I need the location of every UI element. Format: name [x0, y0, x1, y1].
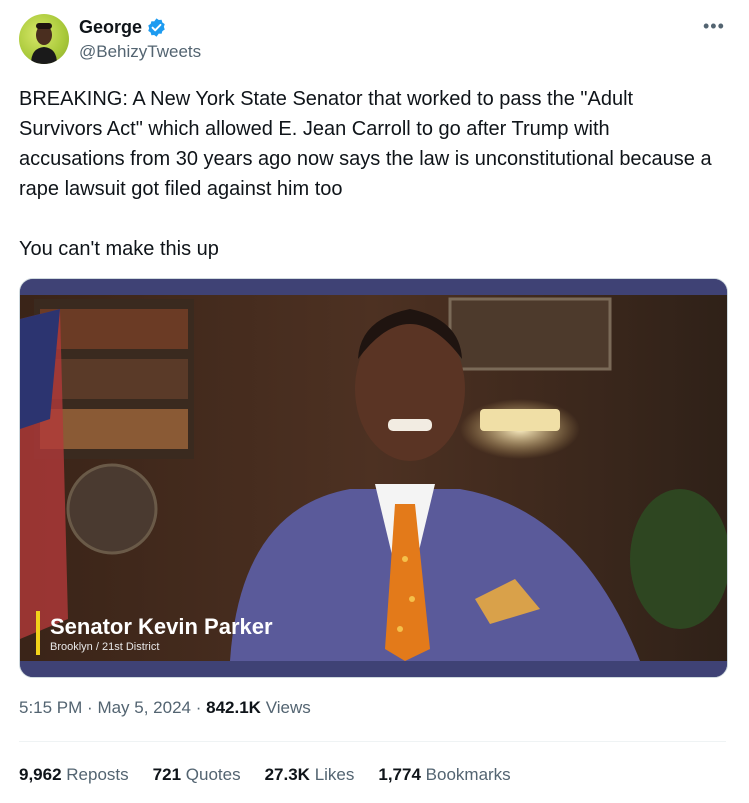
verified-badge-icon — [148, 18, 165, 37]
avatar-image — [31, 23, 57, 64]
divider — [19, 741, 726, 742]
avatar[interactable] — [19, 14, 69, 64]
author-name[interactable]: George — [79, 17, 142, 38]
tweet-time[interactable]: 5:15 PM — [19, 698, 82, 717]
reposts-count: 9,962 — [19, 765, 62, 784]
tweet-video[interactable]: Senator Kevin Parker Brooklyn / 21st Dis… — [19, 278, 728, 678]
tweet-meta: 5:15 PM · May 5, 2024 · 842.1K Views — [19, 698, 311, 718]
lower-third-name: Senator Kevin Parker — [50, 614, 273, 639]
views-count: 842.1K — [206, 698, 261, 717]
engagement-stats: 9,962 Reposts 721 Quotes 27.3K Likes 1,7… — [19, 765, 535, 785]
separator-dot: · — [87, 698, 98, 717]
separator-dot: · — [195, 698, 207, 717]
views-label: Views — [265, 698, 311, 717]
reposts-label: Reposts — [66, 765, 129, 784]
quotes-label: Quotes — [185, 765, 241, 784]
likes-count: 27.3K — [264, 765, 310, 784]
likes-label: Likes — [314, 765, 355, 784]
tweet-text: BREAKING: A New York State Senator that … — [19, 88, 712, 260]
quotes-count: 721 — [152, 765, 182, 784]
lower-third-subtitle: Brooklyn / 21st District — [50, 641, 160, 653]
author-handle[interactable]: @BehizyTweets — [79, 42, 201, 62]
tweet-date[interactable]: May 5, 2024 — [97, 698, 191, 717]
bookmarks-stat[interactable]: 1,774 Bookmarks — [378, 765, 510, 785]
more-icon[interactable]: ••• — [703, 16, 725, 37]
tweet: George @BehizyTweets ••• BREAKING: A New… — [0, 0, 749, 803]
quotes-stat[interactable]: 721 Quotes — [153, 765, 241, 785]
likes-stat[interactable]: 27.3K Likes — [265, 765, 355, 785]
bookmarks-label: Bookmarks — [425, 765, 511, 784]
reposts-stat[interactable]: 9,962 Reposts — [19, 765, 129, 785]
bookmarks-count: 1,774 — [378, 765, 421, 784]
